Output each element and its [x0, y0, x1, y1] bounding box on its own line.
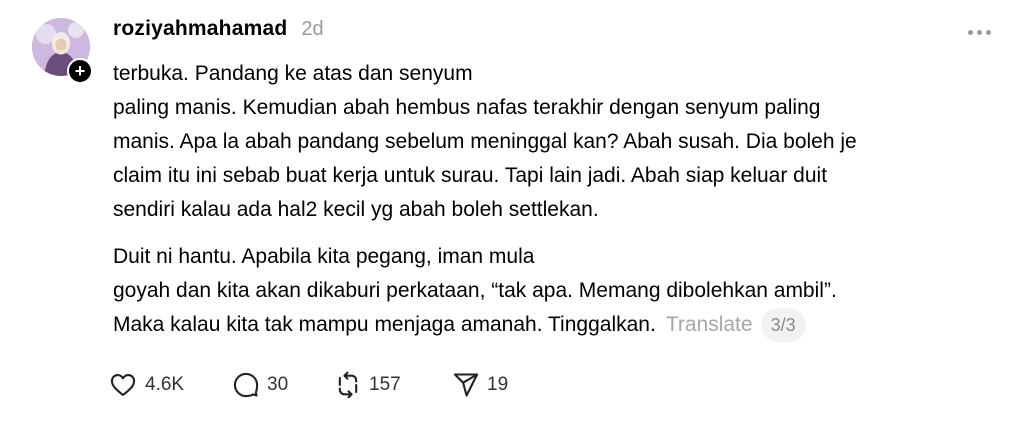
avatar-container[interactable]: +: [32, 18, 93, 84]
more-options-button[interactable]: [964, 24, 994, 40]
post-line: claim itu ini sebab buat kerja untuk sur…: [113, 164, 828, 187]
repost-button[interactable]: 157: [334, 371, 452, 399]
repost-count: 157: [369, 374, 401, 395]
post-line: terbuka. Pandang ke atas dan senyum: [113, 62, 473, 85]
send-icon: [453, 373, 479, 397]
post-line-text: Maka kalau kita tak mampu menjaga amanah…: [113, 313, 656, 336]
share-count: 19: [487, 374, 509, 395]
post-line: paling manis. Kemudian abah hembus nafas…: [113, 96, 821, 119]
like-count: 4.6K: [145, 374, 185, 395]
translate-link[interactable]: Translate: [666, 313, 753, 336]
post-line: sendiri kalau ada hal2 kecil yg abah bol…: [113, 198, 599, 221]
share-button[interactable]: 19: [452, 371, 508, 399]
username[interactable]: roziyahmahamad: [113, 17, 287, 41]
post-line: manis. Apa la abah pandang sebelum menin…: [113, 130, 857, 153]
thread-post: + roziyahmahamad 2d terbuka. Pandang ke …: [0, 0, 1024, 422]
post-line: goyah dan kita akan dikaburi perkataan, …: [113, 279, 837, 302]
reply-count: 30: [267, 374, 289, 395]
post-paragraph: terbuka. Pandang ke atas dan senyum pali…: [113, 57, 993, 227]
comment-bubble-icon: [233, 372, 259, 398]
post-header: roziyahmahamad 2d: [113, 17, 324, 41]
heart-icon: [110, 374, 136, 396]
post-paragraph: Duit ni hantu. Apabila kita pegang, iman…: [113, 240, 993, 342]
follow-button[interactable]: +: [67, 58, 93, 84]
post-body: terbuka. Pandang ke atas dan senyum pali…: [113, 57, 993, 342]
post-line-last: Maka kalau kita tak mampu menjaga amanah…: [113, 308, 993, 342]
repost-icon: [338, 371, 358, 399]
page-indicator-badge: 3/3: [760, 308, 806, 342]
more-horizontal-icon: [967, 29, 973, 35]
like-button[interactable]: 4.6K: [108, 371, 232, 399]
plus-icon: +: [74, 61, 86, 81]
post-line: Duit ni hantu. Apabila kita pegang, iman…: [113, 245, 535, 268]
action-bar: 4.6K 30 157 19: [108, 368, 508, 402]
reply-button[interactable]: 30: [232, 371, 334, 399]
post-timestamp[interactable]: 2d: [301, 18, 323, 41]
